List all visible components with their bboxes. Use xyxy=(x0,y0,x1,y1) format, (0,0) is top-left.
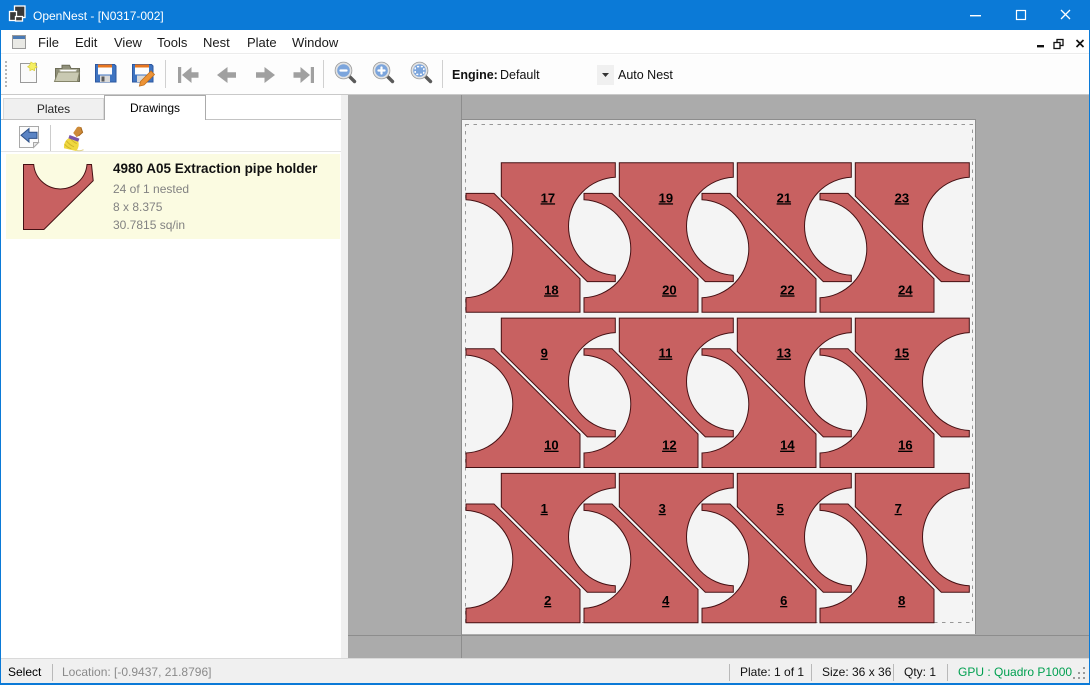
svg-text:13: 13 xyxy=(777,346,791,361)
svg-text:21: 21 xyxy=(777,190,791,205)
svg-text:16: 16 xyxy=(898,438,912,453)
svg-text:19: 19 xyxy=(659,190,673,205)
svg-text:1: 1 xyxy=(541,501,548,516)
svg-text:23: 23 xyxy=(895,190,909,205)
svg-text:17: 17 xyxy=(541,190,555,205)
svg-text:15: 15 xyxy=(895,346,909,361)
svg-text:18: 18 xyxy=(544,282,558,297)
svg-text:22: 22 xyxy=(780,282,794,297)
svg-text:10: 10 xyxy=(544,438,558,453)
svg-text:14: 14 xyxy=(780,438,795,453)
svg-text:5: 5 xyxy=(777,501,784,516)
svg-text:3: 3 xyxy=(659,501,666,516)
svg-text:2: 2 xyxy=(544,593,551,608)
svg-text:4: 4 xyxy=(662,593,670,608)
svg-text:8: 8 xyxy=(898,593,905,608)
svg-text:24: 24 xyxy=(898,282,913,297)
svg-text:6: 6 xyxy=(780,593,787,608)
svg-text:12: 12 xyxy=(662,438,676,453)
svg-text:11: 11 xyxy=(659,346,673,361)
svg-text:7: 7 xyxy=(895,501,902,516)
svg-text:20: 20 xyxy=(662,282,676,297)
svg-text:9: 9 xyxy=(541,346,548,361)
